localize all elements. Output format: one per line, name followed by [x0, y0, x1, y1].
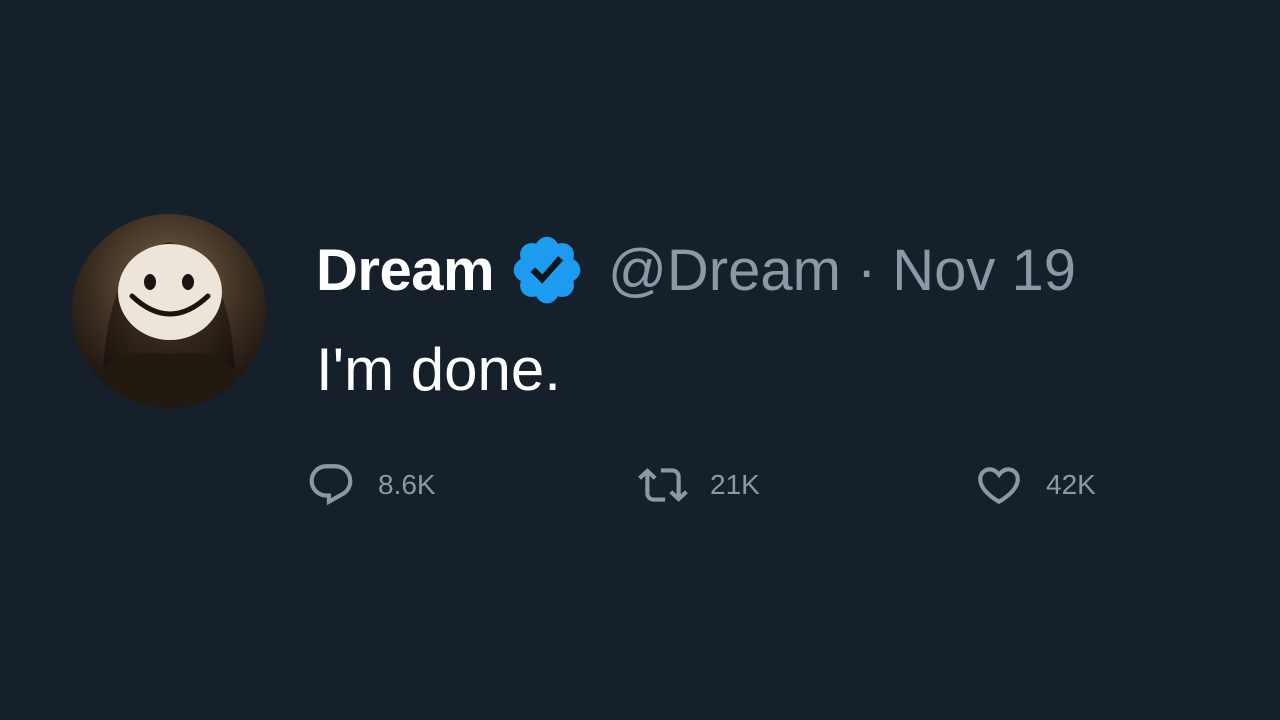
retweet-icon [638, 468, 688, 502]
verified-badge-icon [513, 236, 581, 304]
tweet-card: Dream @Dream · Nov 19 I'm done. 8.6K 21K… [0, 0, 1280, 720]
like-button[interactable]: 42K [974, 460, 1096, 510]
reply-button[interactable]: 8.6K [306, 460, 436, 510]
header-separator: · [856, 237, 877, 303]
retweet-count: 21K [710, 469, 760, 500]
tweet-actions: 8.6K 21K 42K [306, 460, 1146, 510]
avatar-image [72, 214, 266, 408]
heart-icon [978, 467, 1020, 505]
tweet-text: I'm done. [316, 336, 561, 403]
author-name[interactable]: Dream [316, 237, 495, 304]
author-handle[interactable]: @Dream [608, 237, 841, 304]
reply-count: 8.6K [378, 469, 436, 500]
tweet-header: Dream @Dream · Nov 19 [316, 226, 1076, 314]
avatar[interactable] [72, 214, 266, 408]
tweet-date[interactable]: Nov 19 [892, 237, 1076, 304]
reply-icon [309, 464, 353, 506]
retweet-button[interactable]: 21K [638, 460, 760, 510]
like-count: 42K [1046, 469, 1096, 500]
